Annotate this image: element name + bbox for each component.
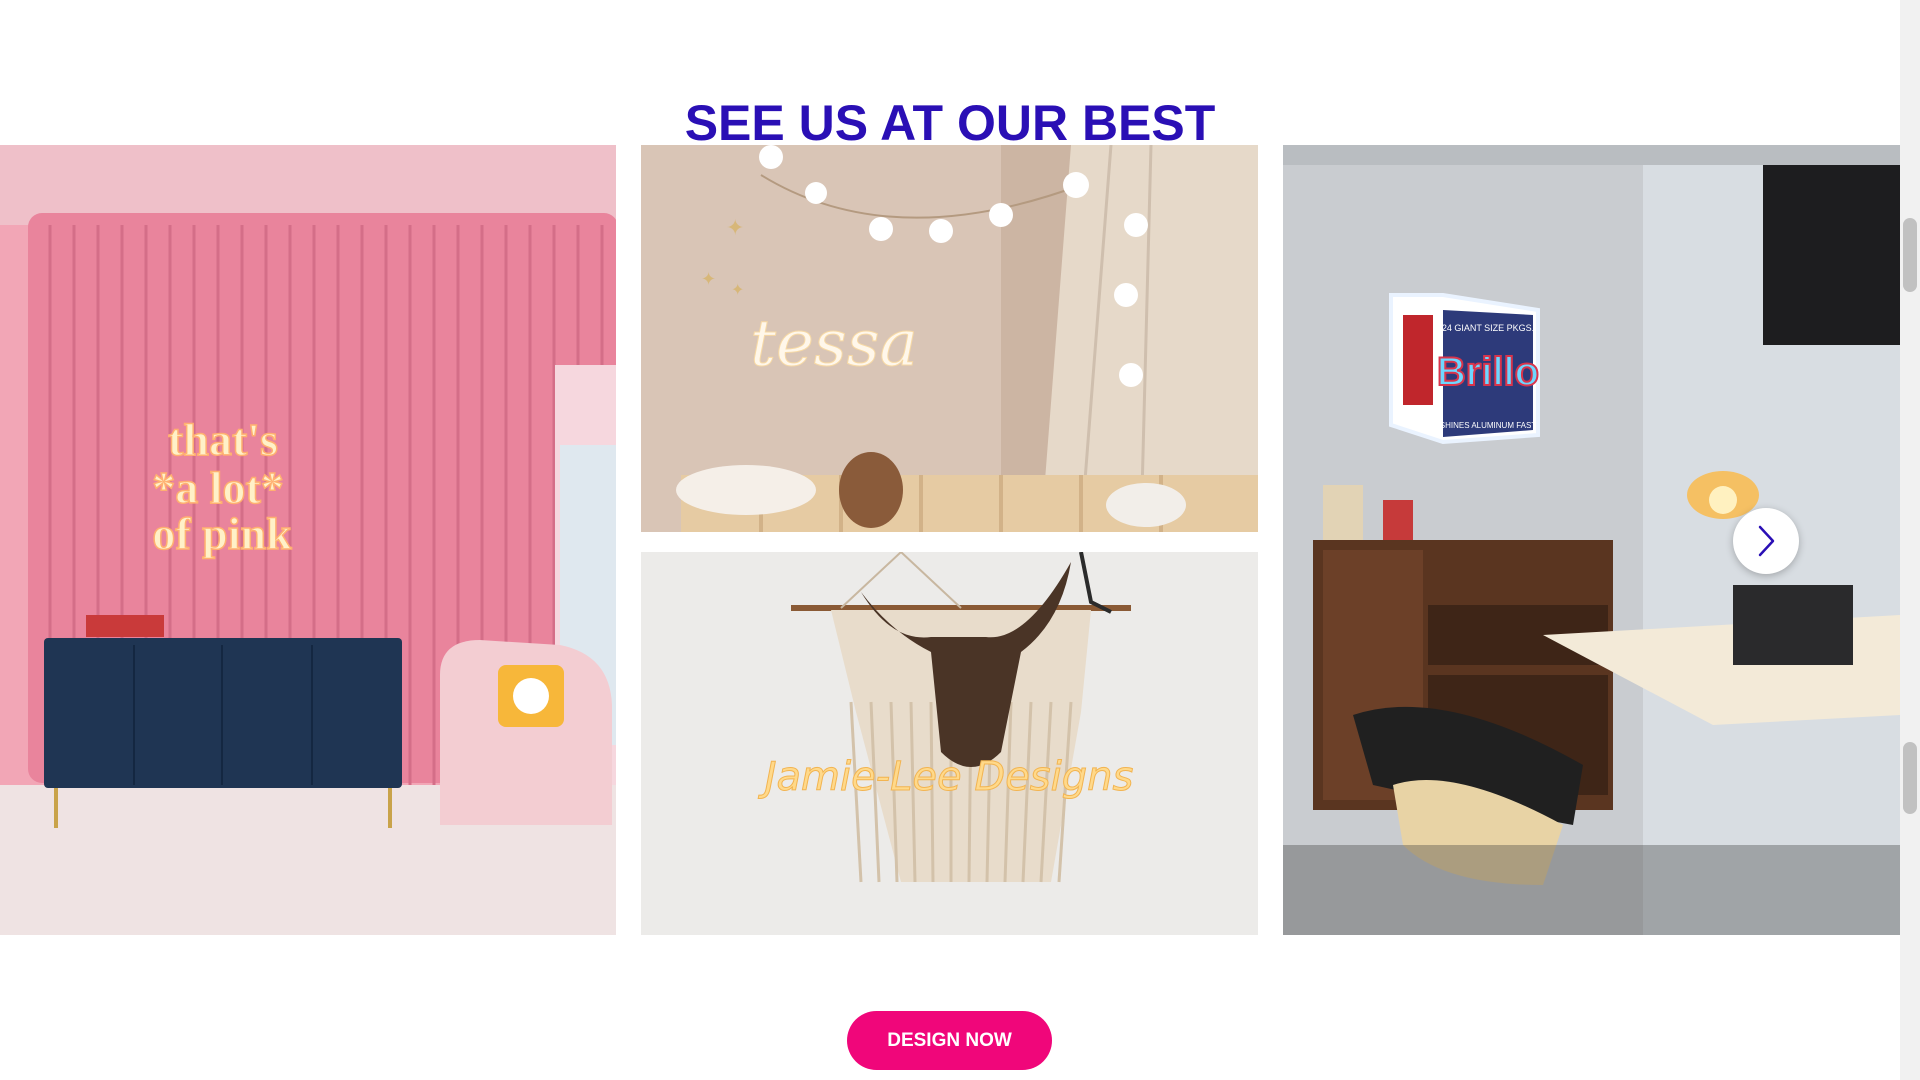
chevron-right-icon	[1758, 525, 1775, 557]
svg-text:✦: ✦	[726, 215, 744, 240]
gallery-image-tessa[interactable]: ✦ ✦ ✦ tessa	[641, 145, 1258, 532]
design-now-button[interactable]: DESIGN NOW	[847, 1011, 1052, 1070]
svg-text:✦: ✦	[731, 282, 744, 299]
neon-text-line-3: of pink	[152, 508, 292, 559]
pink-wall-photo: that's *a lot* of pink	[0, 145, 616, 935]
gallery-image-pink-wall[interactable]: that's *a lot* of pink	[0, 145, 616, 935]
section-heading: SEE US AT OUR BEST	[684, 94, 1216, 151]
gallery: that's *a lot* of pink ✦ ✦ ✦ tessa Jamie…	[0, 145, 1900, 935]
gallery-image-jamie-lee[interactable]: Jamie-Lee Designs	[641, 552, 1258, 935]
gallery-image-brillo-office[interactable]: 24 GIANT SIZE PKGS. Brillo SHINES ALUMIN…	[1283, 145, 1900, 935]
brillo-top-text: 24 GIANT SIZE PKGS.	[1442, 323, 1534, 333]
scrollbar-thumb[interactable]	[1903, 218, 1917, 292]
scrollbar-thumb-secondary[interactable]	[1903, 742, 1917, 814]
carousel-next-button[interactable]	[1733, 508, 1799, 574]
page: SEE US AT OUR BEST that's *a lot* of pin…	[0, 0, 1920, 1080]
brillo-sign: 24 GIANT SIZE PKGS. Brillo SHINES ALUMIN…	[1389, 293, 1540, 445]
brillo-main-text: Brillo	[1437, 350, 1539, 394]
vertical-scrollbar[interactable]	[1900, 0, 1920, 1080]
tessa-photo: ✦ ✦ ✦ tessa	[641, 145, 1258, 532]
jamie-lee-photo: Jamie-Lee Designs	[641, 552, 1258, 935]
neon-text-line-2: *a lot*	[152, 462, 284, 513]
brillo-office-photo: 24 GIANT SIZE PKGS. Brillo SHINES ALUMIN…	[1283, 145, 1900, 935]
neon-text-jamie-lee: Jamie-Lee Designs	[758, 754, 1134, 800]
neon-text-tessa: tessa	[750, 307, 917, 381]
brillo-bottom-text: SHINES ALUMINUM FAST	[1440, 421, 1537, 430]
neon-text-line-1: that's	[168, 414, 278, 465]
svg-text:✦: ✦	[701, 269, 716, 289]
